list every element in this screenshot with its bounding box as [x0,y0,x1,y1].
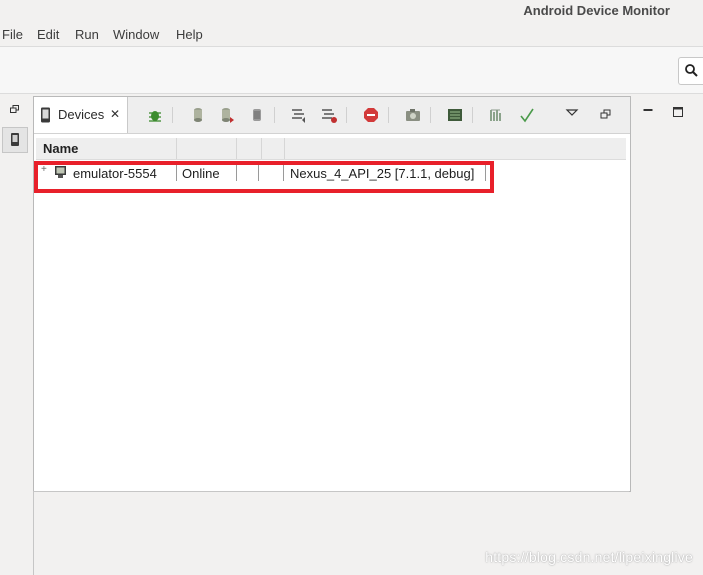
menu-window[interactable]: Window [113,27,159,42]
minimize-icon[interactable] [643,107,653,115]
view-bottom-border [33,491,629,492]
update-heap-icon[interactable] [189,106,207,124]
title-bar: Android Device Monitor [0,0,703,22]
left-minimized-stack [0,96,32,575]
cause-gc-icon[interactable] [248,106,266,124]
devices-view-shortcut[interactable] [2,127,28,153]
menu-bar: File Edit Run Window Help [0,22,703,46]
start-method-profiling-icon[interactable] [320,106,338,124]
dump-view-hierarchy-icon[interactable] [446,106,464,124]
tab-devices[interactable]: Devices ✕ [34,97,128,133]
phone-icon [41,107,50,123]
restore-icon[interactable] [10,105,19,113]
devices-view: Devices ✕ Name + emulator-5554 Online Ne… [33,96,631,492]
devices-table-header: Name [36,138,626,160]
menu-edit[interactable]: Edit [37,27,59,42]
menu-help[interactable]: Help [176,27,203,42]
update-threads-icon[interactable] [290,106,308,124]
main-toolbar [0,46,703,94]
close-icon[interactable]: ✕ [110,107,120,121]
highlight-box [34,161,494,193]
restore-icon[interactable] [597,106,615,124]
screen-capture-icon[interactable] [404,106,422,124]
opengl-trace-icon[interactable] [518,106,536,124]
maximize-icon[interactable] [673,107,683,117]
stop-process-icon[interactable] [362,106,380,124]
dump-hprof-icon[interactable] [218,106,236,124]
menu-file[interactable]: File [2,27,23,42]
window-title: Android Device Monitor [523,3,670,18]
view-menu-icon[interactable] [563,106,581,124]
tab-devices-label: Devices [58,107,105,122]
search-icon [685,64,698,77]
devices-view-header: Devices ✕ [34,97,630,134]
debug-process-icon[interactable] [146,106,164,124]
systrace-icon[interactable] [488,106,506,124]
menu-run[interactable]: Run [75,27,99,42]
window-controls [633,96,703,126]
phone-icon [11,133,19,146]
lower-panel-border [33,492,34,575]
watermark: https://blog.csdn.net/lipeixinglive [485,549,693,565]
search-button[interactable] [678,57,703,85]
column-name[interactable]: Name [43,141,78,156]
